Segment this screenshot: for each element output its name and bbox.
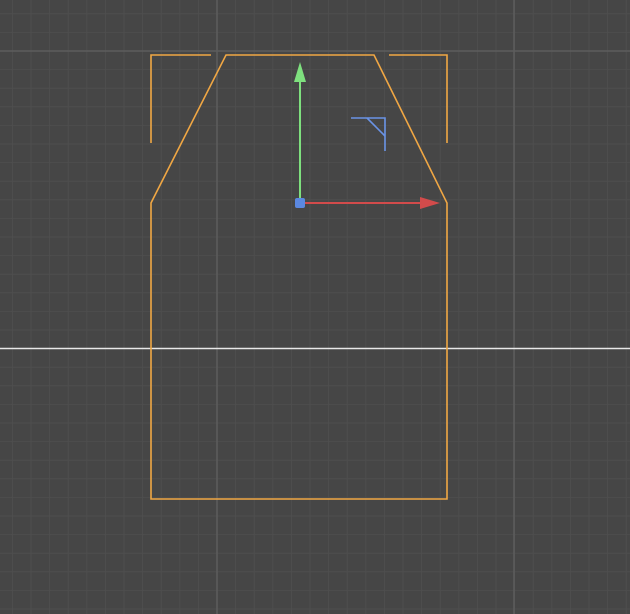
selection-corner-top-right — [389, 54, 448, 143]
viewport-canvas[interactable] — [0, 0, 630, 614]
gizmo-x-arrow-icon[interactable] — [420, 197, 440, 209]
gizmo-center-handle[interactable] — [295, 198, 305, 208]
selection-corner-top-left — [150, 54, 211, 143]
gizmo-plane-handle-icon[interactable] — [351, 117, 386, 151]
viewport-svg[interactable] — [0, 0, 630, 614]
major-grid — [0, 0, 630, 614]
transform-gizmo[interactable] — [294, 62, 440, 209]
minor-grid — [0, 0, 630, 614]
gizmo-y-arrow-icon[interactable] — [294, 62, 306, 82]
